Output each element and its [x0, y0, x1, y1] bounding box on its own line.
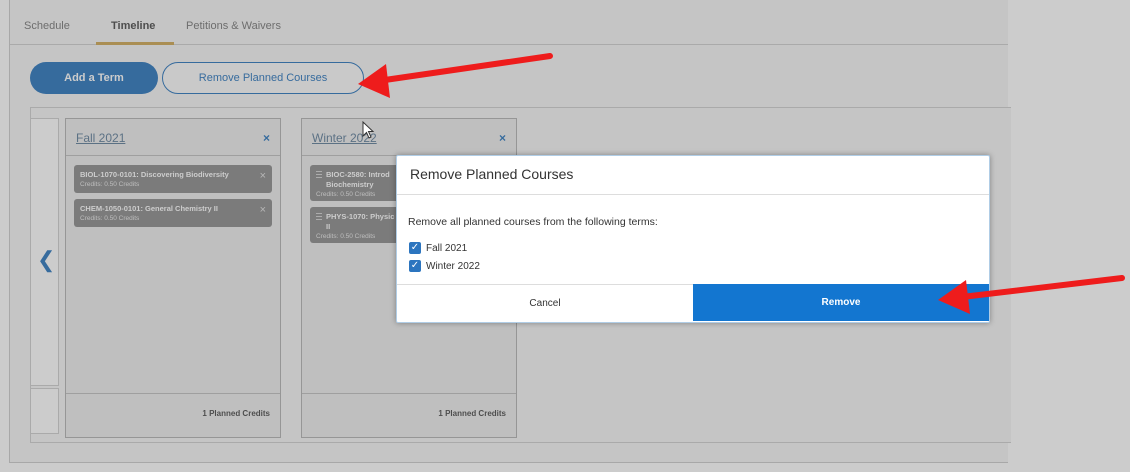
- checkbox-checked-icon[interactable]: ✓: [409, 260, 421, 272]
- checkbox-checked-icon[interactable]: ✓: [409, 242, 421, 254]
- mouse-cursor-icon: [362, 121, 375, 139]
- remove-button[interactable]: Remove: [693, 284, 989, 321]
- term-option-winter-2022[interactable]: ✓ Winter 2022: [409, 260, 480, 272]
- cancel-button[interactable]: Cancel: [397, 284, 693, 321]
- divider: [397, 194, 989, 195]
- checkbox-label[interactable]: Winter 2022: [426, 261, 480, 272]
- remove-planned-courses-dialog: Remove Planned Courses Remove all planne…: [396, 155, 990, 323]
- dialog-prompt: Remove all planned courses from the foll…: [408, 216, 658, 228]
- checkbox-label[interactable]: Fall 2021: [426, 243, 467, 254]
- dialog-title: Remove Planned Courses: [410, 166, 574, 182]
- term-option-fall-2021[interactable]: ✓ Fall 2021: [409, 242, 467, 254]
